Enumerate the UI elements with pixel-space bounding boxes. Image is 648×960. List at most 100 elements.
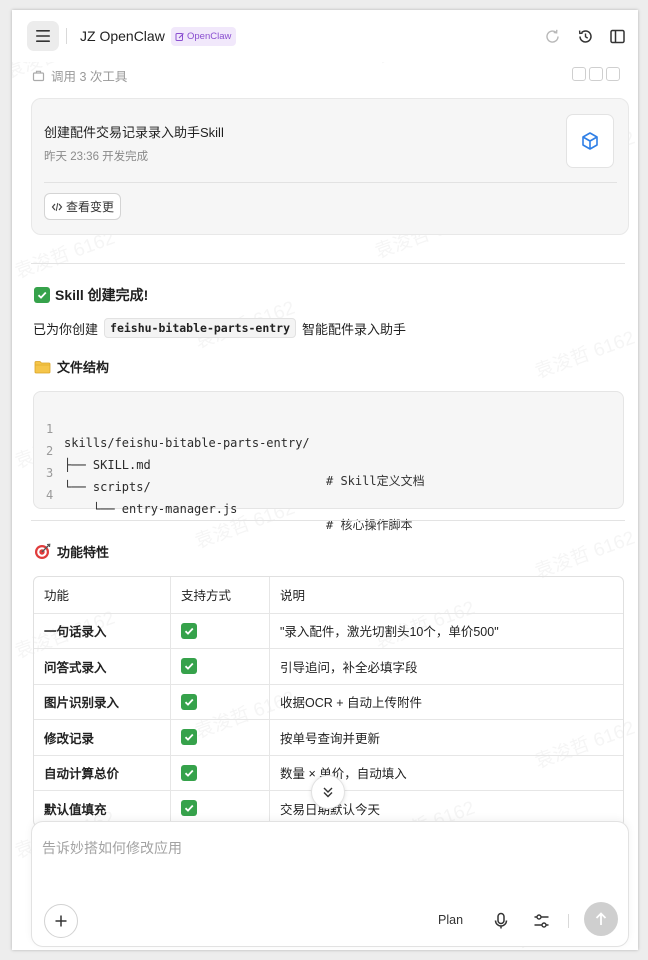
divider — [31, 520, 625, 521]
code-line: 3 └── scripts/ — [34, 452, 151, 494]
hamburger-icon — [36, 30, 50, 42]
support-cell — [170, 720, 269, 755]
line-number: 4 — [46, 488, 54, 502]
created-suffix: 智能配件录入助手 — [302, 321, 407, 337]
menu-button[interactable] — [27, 21, 59, 51]
openclaw-tag: OpenClaw — [171, 27, 237, 46]
microphone-icon — [494, 912, 508, 929]
plus-icon — [55, 915, 67, 927]
settings-button[interactable] — [530, 910, 552, 932]
tool-call-label: 调用 3 次工具 — [51, 70, 128, 84]
target-icon — [35, 543, 51, 559]
code-comment: # 核心操作脚本 — [326, 518, 413, 532]
sliders-icon — [534, 914, 548, 928]
code-text: skills/feishu-bitable-parts-entry/ — [64, 436, 310, 450]
history-icon — [578, 29, 592, 43]
tool-call-icons — [572, 67, 620, 81]
support-cell — [170, 613, 269, 648]
watermark: 袁浚哲 6162 — [532, 527, 638, 584]
check-mark-icon — [181, 764, 197, 781]
feature-cell: 问答式录入 — [44, 660, 107, 675]
arrow-up-icon — [595, 912, 607, 925]
refresh-button[interactable] — [542, 26, 562, 46]
feature-cell: 图片识别录入 — [44, 696, 120, 711]
cube-icon — [582, 132, 598, 150]
support-cell — [170, 684, 269, 719]
column-header: 支持方式 — [170, 577, 269, 613]
table-row: 一句话录入 "录入配件，激光切割头10个，单价500" — [34, 612, 623, 648]
card-title: 创建配件交易记录录入助手Skill — [44, 125, 224, 140]
files-heading: 文件结构 — [34, 357, 109, 376]
header-divider — [66, 28, 67, 44]
code-text: └── entry-manager.js — [64, 502, 238, 516]
card-divider — [44, 182, 617, 183]
support-cell — [170, 755, 269, 790]
check-mark-icon — [34, 287, 50, 303]
code-line: 4 └── entry-manager.js # 核心操作脚本 — [34, 474, 412, 532]
card-preview-button[interactable] — [566, 114, 614, 168]
view-changes-label: 查看变更 — [66, 200, 115, 214]
table-row: 问答式录入 引导追问，补全必填字段 — [34, 648, 623, 684]
history-button[interactable] — [575, 26, 595, 46]
voice-input-button[interactable] — [490, 910, 512, 932]
composer-divider — [568, 914, 569, 928]
feature-cell: 一句话录入 — [44, 625, 107, 640]
table-row: 图片识别录入 收据OCR + 自动上传附件 — [34, 683, 623, 719]
scroll-to-bottom-button[interactable] — [311, 775, 345, 809]
done-heading: Skill 创建完成! — [34, 285, 148, 305]
file-structure-code-block: 1 skills/feishu-bitable-parts-entry/ 2 ├… — [33, 391, 624, 532]
image-icon — [589, 67, 603, 81]
view-changes-button[interactable]: 查看变更 — [44, 193, 122, 220]
file-icon — [572, 67, 586, 81]
skill-name-code: feishu-bitable-parts-entry — [104, 318, 297, 338]
edit-icon — [175, 32, 184, 41]
watermark: 袁浚哲 6162 — [532, 327, 638, 384]
code-line: 1 skills/feishu-bitable-parts-entry/ — [34, 408, 310, 450]
features-heading: 功能特性 — [34, 542, 109, 561]
column-header: 功能 — [44, 589, 70, 604]
description-cell: "录入配件，激光切割头10个，单价500" — [269, 613, 623, 648]
send-button[interactable] — [584, 902, 618, 936]
done-heading-text: Skill 创建完成! — [55, 287, 149, 303]
card-timestamp: 昨天 23:36 开发完成 — [44, 151, 149, 163]
tool-call-summary[interactable]: 调用 3 次工具 — [32, 66, 127, 85]
divider — [31, 263, 625, 264]
files-heading-text: 文件结构 — [57, 360, 110, 375]
refresh-icon — [545, 29, 559, 43]
check-mark-icon — [181, 658, 197, 675]
panel-icon — [609, 29, 625, 43]
sidebar-toggle-button[interactable] — [607, 26, 627, 46]
check-mark-icon — [181, 729, 197, 746]
features-heading-text: 功能特性 — [57, 545, 110, 560]
check-mark-icon — [181, 693, 197, 710]
composer: Plan — [31, 821, 629, 947]
created-line: 已为你创建 feishu-bitable-parts-entry 智能配件录入助… — [33, 318, 406, 338]
toolbox-icon — [32, 70, 45, 82]
table-header-row: 功能 支持方式 说明 — [34, 577, 623, 613]
app-window: 袁浚哲 6162 袁浚哲 6162 袁浚哲 6162 袁浚哲 6162 袁浚哲 … — [12, 10, 638, 950]
description-cell: 收据OCR + 自动上传附件 — [269, 684, 623, 719]
feature-cell: 自动计算总价 — [44, 767, 120, 782]
code-comment: # Skill定义文档 — [326, 474, 425, 488]
created-prefix: 已为你创建 — [33, 321, 99, 337]
app-title: JZ OpenClaw — [80, 28, 165, 44]
plan-mode-button[interactable]: Plan — [438, 913, 463, 927]
code-icon — [51, 202, 63, 211]
feature-cell: 修改记录 — [44, 731, 95, 746]
top-bar: JZ OpenClaw OpenClaw — [12, 10, 638, 62]
description-cell: 引导追问，补全必填字段 — [269, 649, 623, 684]
code-line: 2 ├── SKILL.md # Skill定义文档 — [34, 430, 425, 488]
image-icon — [606, 67, 620, 81]
support-cell — [170, 649, 269, 684]
tag-label: OpenClaw — [187, 31, 232, 42]
add-attachment-button[interactable] — [44, 904, 78, 938]
table-row: 修改记录 按单号查询并更新 — [34, 719, 623, 755]
folder-icon — [34, 360, 51, 373]
check-mark-icon — [181, 622, 197, 639]
double-chevron-down-icon — [323, 787, 333, 798]
column-header: 说明 — [269, 577, 623, 613]
prompt-input[interactable] — [42, 836, 612, 860]
description-cell: 按单号查询并更新 — [269, 720, 623, 755]
check-mark-icon — [181, 800, 197, 817]
skill-result-card: 创建配件交易记录录入助手Skill 昨天 23:36 开发完成 查看变更 — [31, 98, 629, 235]
